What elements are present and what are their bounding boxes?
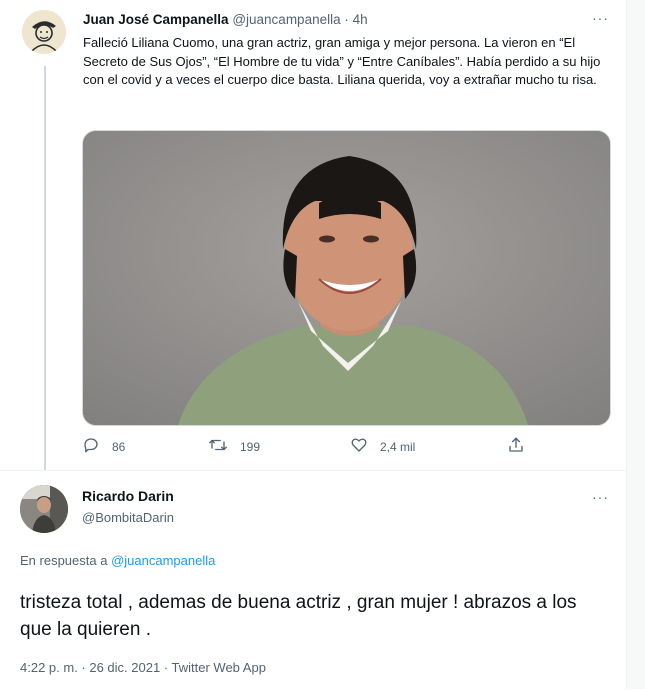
tweet1-text: Falleció Liliana Cuomo, una gran actriz,… [83, 35, 601, 87]
reply-button[interactable]: 86 [82, 436, 125, 457]
tweet1-header: Juan José Campanella @juancampanella · 4… [83, 12, 368, 27]
like-button[interactable]: 2,4 mil [350, 436, 415, 457]
reply-count: 86 [112, 439, 126, 454]
author-handle[interactable]: @juancampanella [232, 12, 340, 27]
more-icon[interactable]: ··· [592, 10, 609, 26]
like-icon [350, 436, 368, 457]
thread-line [44, 66, 46, 470]
avatar-darin[interactable] [20, 485, 68, 533]
author-name[interactable]: Juan José Campanella [83, 12, 229, 27]
tweet-photo[interactable] [82, 130, 611, 426]
more-icon[interactable]: ··· [592, 489, 609, 505]
share-icon [507, 436, 525, 457]
author-name[interactable]: Ricardo Darin [82, 488, 174, 504]
tweet2-text: tristeza total , ademas de buena actriz … [20, 592, 577, 640]
timeline: Juan José Campanella @juancampanella · 4… [0, 0, 627, 689]
like-count: 2,4 mil [380, 439, 416, 454]
portrait-photo [83, 131, 610, 425]
reply-prefix: En respuesta a [20, 553, 108, 568]
retweet-button[interactable]: 199 [208, 436, 260, 457]
reply-to-link[interactable]: @juancampanella [111, 553, 215, 568]
tweet2-timestamp[interactable]: 4:22 p. m. · 26 dic. 2021 · Twitter Web … [20, 660, 266, 675]
reply-icon [82, 436, 100, 457]
tweet-time[interactable]: 4h [353, 12, 368, 27]
separator-dot: · [344, 12, 349, 27]
author-handle[interactable]: @BombitaDarin [82, 510, 174, 525]
retweet-icon [208, 436, 228, 457]
tweet1-actions: 86 199 2,4 mil [82, 436, 542, 460]
tweet-reply[interactable]: Ricardo Darin @BombitaDarin ··· En respu… [0, 470, 626, 690]
reply-context: En respuesta a @juancampanella [20, 553, 215, 568]
tweet-original[interactable]: Juan José Campanella @juancampanella · 4… [0, 0, 626, 470]
retweet-count: 199 [240, 439, 261, 454]
avatar-campanella[interactable] [22, 10, 66, 54]
scroll-gutter [627, 0, 645, 689]
share-button[interactable] [507, 436, 525, 457]
